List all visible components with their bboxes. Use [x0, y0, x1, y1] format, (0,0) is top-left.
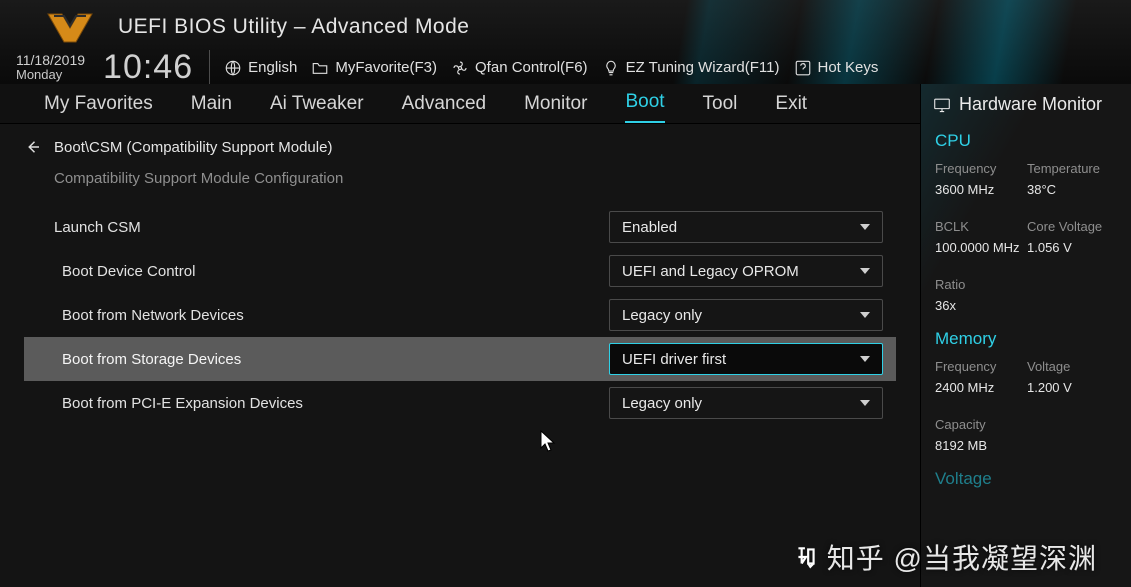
setting-row[interactable]: Launch CSM Enabled: [24, 205, 896, 249]
title-row: UEFI BIOS Utility – Advanced Mode: [0, 0, 1131, 48]
setting-row[interactable]: Boot Device Control UEFI and Legacy OPROM: [24, 249, 896, 293]
hotkeys-button[interactable]: Hot Keys: [794, 59, 879, 77]
setting-label: Boot from Network Devices: [62, 307, 609, 324]
language-button[interactable]: English: [224, 59, 297, 77]
day-text: Monday: [16, 68, 85, 83]
cpu-freq-label: Frequency: [935, 161, 1025, 176]
voltage-heading: Voltage: [935, 469, 1117, 489]
date-block: 11/18/2019 Monday: [16, 52, 85, 83]
chevron-down-icon: [860, 356, 870, 362]
mem-cap-label: Capacity: [935, 417, 1025, 432]
ez-button[interactable]: EZ Tuning Wizard(F11): [602, 59, 780, 77]
globe-icon: [224, 59, 242, 77]
cpu-bclk-value: 100.0000 MHz: [935, 240, 1025, 255]
setting-label: Launch CSM: [54, 219, 609, 236]
question-icon: [794, 59, 812, 77]
setting-dropdown[interactable]: Legacy only: [609, 299, 883, 331]
main-panel: Boot\CSM (Compatibility Support Module) …: [0, 124, 920, 587]
folder-icon: [311, 59, 329, 77]
voltage-section: Voltage: [921, 463, 1131, 509]
date-text: 11/18/2019: [16, 52, 85, 68]
back-arrow-icon[interactable]: [24, 138, 42, 156]
section-title: Compatibility Support Module Configurati…: [54, 170, 896, 187]
vendor-logo: [40, 6, 100, 48]
side-title-text: Hardware Monitor: [959, 94, 1102, 115]
chevron-down-icon: [860, 224, 870, 230]
tab-monitor[interactable]: Monitor: [524, 93, 587, 123]
cpu-temp-label: Temperature: [1027, 161, 1117, 176]
mem-freq-value: 2400 MHz: [935, 380, 1025, 395]
monitor-icon: [933, 97, 951, 113]
tab-exit[interactable]: Exit: [775, 93, 807, 123]
chevron-down-icon: [860, 400, 870, 406]
setting-row[interactable]: Boot from Storage Devices UEFI driver fir…: [24, 337, 896, 381]
hardware-monitor-panel: Hardware Monitor CPU Frequency Temperatu…: [920, 84, 1131, 587]
language-label: English: [248, 59, 297, 76]
setting-label: Boot from Storage Devices: [62, 351, 609, 368]
tab-main[interactable]: Main: [191, 93, 232, 123]
setting-dropdown[interactable]: Legacy only: [609, 387, 883, 419]
cpu-ratio-label: Ratio: [935, 277, 1025, 292]
setting-value: UEFI and Legacy OPROM: [622, 263, 799, 280]
setting-dropdown[interactable]: UEFI and Legacy OPROM: [609, 255, 883, 287]
page-title: UEFI BIOS Utility – Advanced Mode: [118, 15, 469, 39]
mem-volt-value: 1.200 V: [1027, 380, 1117, 395]
mem-volt-label: Voltage: [1027, 359, 1117, 374]
tab-ai-tweaker[interactable]: Ai Tweaker: [270, 93, 364, 123]
ez-label: EZ Tuning Wizard(F11): [626, 59, 780, 76]
breadcrumb-text: Boot\CSM (Compatibility Support Module): [54, 139, 332, 156]
setting-value: Legacy only: [622, 307, 702, 324]
qfan-label: Qfan Control(F6): [475, 59, 588, 76]
hotkeys-label: Hot Keys: [818, 59, 879, 76]
fan-icon: [451, 59, 469, 77]
setting-dropdown[interactable]: UEFI driver first: [609, 343, 883, 375]
chevron-down-icon: [860, 312, 870, 318]
clock: 10:46: [103, 48, 195, 84]
bulb-icon: [602, 59, 620, 77]
mem-freq-label: Frequency: [935, 359, 1025, 374]
memory-heading: Memory: [935, 329, 1117, 349]
cpu-cvolt-label: Core Voltage: [1027, 219, 1117, 234]
setting-value: Enabled: [622, 219, 677, 236]
header: UEFI BIOS Utility – Advanced Mode 11/18/…: [0, 0, 1131, 84]
setting-label: Boot Device Control: [62, 263, 609, 280]
setting-value: Legacy only: [622, 395, 702, 412]
cpu-bclk-label: BCLK: [935, 219, 1025, 234]
settings-list: Launch CSM Enabled Boot Device Control UEFI…: [24, 205, 896, 425]
memory-section: Memory Frequency Voltage 2400 MHz 1.200 …: [921, 323, 1131, 463]
clock-time: 10:46: [103, 48, 193, 84]
tab-my-favorites[interactable]: My Favorites: [44, 93, 153, 123]
setting-row[interactable]: Boot from PCI-E Expansion Devices Legacy …: [24, 381, 896, 425]
myfavorite-button[interactable]: MyFavorite(F3): [311, 59, 437, 77]
setting-dropdown[interactable]: Enabled: [609, 211, 883, 243]
cpu-ratio-value: 36x: [935, 298, 1025, 313]
side-title: Hardware Monitor: [921, 84, 1131, 125]
breadcrumb: Boot\CSM (Compatibility Support Module): [24, 138, 896, 156]
info-row: 11/18/2019 Monday 10:46 English MyFavori…: [0, 48, 1131, 84]
tab-tool[interactable]: Tool: [703, 93, 738, 123]
myfavorite-label: MyFavorite(F3): [335, 59, 437, 76]
tab-boot[interactable]: Boot: [625, 91, 664, 123]
divider: [209, 50, 210, 85]
chevron-down-icon: [860, 268, 870, 274]
setting-value: UEFI driver first: [622, 351, 726, 368]
setting-label: Boot from PCI-E Expansion Devices: [62, 395, 609, 412]
setting-row[interactable]: Boot from Network Devices Legacy only: [24, 293, 896, 337]
cpu-freq-value: 3600 MHz: [935, 182, 1025, 197]
tab-advanced[interactable]: Advanced: [402, 93, 487, 123]
mem-cap-value: 8192 MB: [935, 438, 1025, 453]
cpu-cvolt-value: 1.056 V: [1027, 240, 1117, 255]
cpu-section: CPU Frequency Temperature 3600 MHz 38°C …: [921, 125, 1131, 323]
cpu-heading: CPU: [935, 131, 1117, 151]
tabs-bar: My Favorites Main Ai Tweaker Advanced Monito…: [0, 84, 920, 124]
qfan-button[interactable]: Qfan Control(F6): [451, 59, 588, 77]
cpu-temp-value: 38°C: [1027, 182, 1117, 197]
